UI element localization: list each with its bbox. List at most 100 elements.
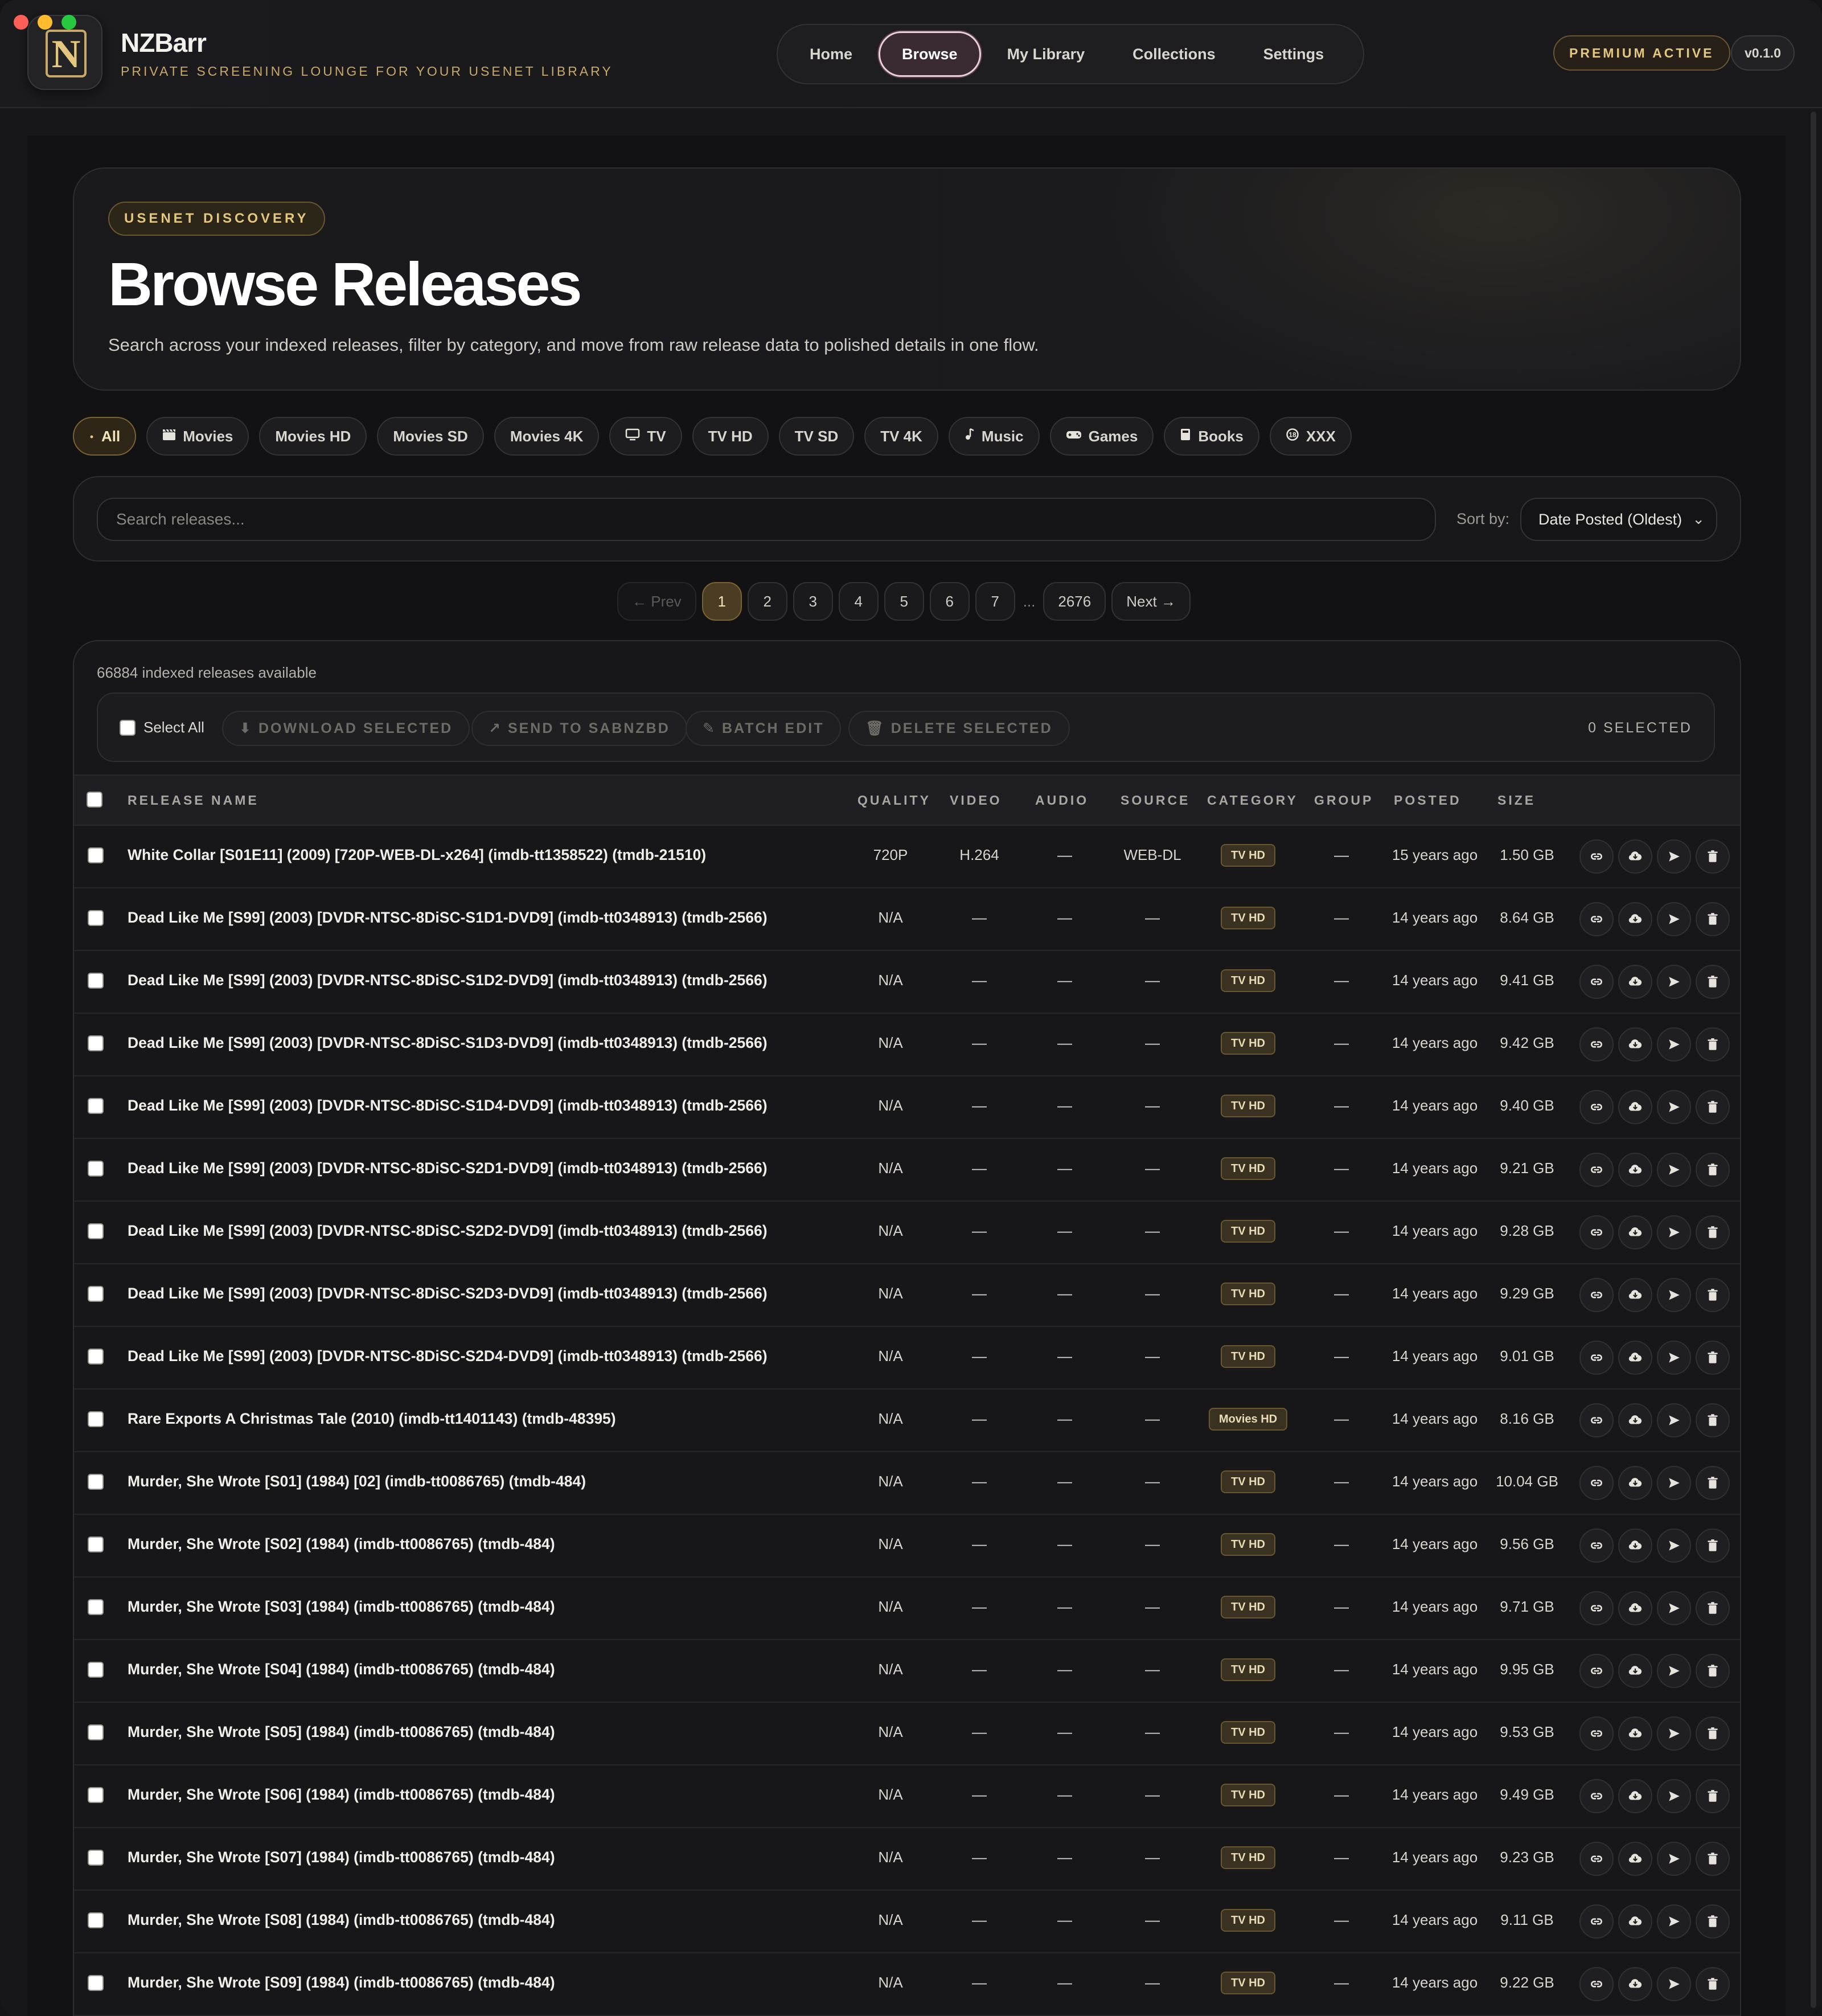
copy-link-button[interactable] [1579,1027,1614,1062]
batch-edit-button[interactable]: ✎ BATCH EDIT [686,711,842,746]
copy-link-button[interactable] [1579,1215,1614,1249]
row-select-checkbox[interactable] [88,1349,104,1365]
release-name[interactable]: Dead Like Me [S99] (2003) [DVDR-NTSC-8Di… [128,972,768,989]
category-all[interactable]: All [73,417,137,456]
delete-release-button[interactable] [1696,1403,1730,1437]
delete-selected-button[interactable]: 🗑 DELETE SELECTED [848,711,1070,746]
download-nzb-button[interactable] [1618,1027,1652,1062]
table-row[interactable]: Dead Like Me [S99] (2003) [DVDR-NTSC-8Di… [74,1014,1740,1076]
copy-link-button[interactable] [1579,1904,1614,1939]
copy-link-button[interactable] [1579,1403,1614,1437]
row-select-checkbox[interactable] [88,1975,104,1991]
category-movies[interactable]: Movies [146,417,249,456]
download-nzb-button[interactable] [1618,902,1652,936]
release-name[interactable]: Dead Like Me [S99] (2003) [DVDR-NTSC-8Di… [128,1097,768,1114]
next-page-button[interactable]: Next → [1111,582,1191,621]
download-nzb-button[interactable] [1618,1403,1652,1437]
category-games[interactable]: Games [1049,417,1154,456]
release-name[interactable]: Murder, She Wrote [S02] (1984) (imdb-tt0… [128,1535,555,1553]
nav-home[interactable]: Home [788,31,874,77]
copy-link-button[interactable] [1579,1529,1614,1563]
category-tv[interactable]: TV [609,417,682,456]
nav-collections[interactable]: Collections [1111,31,1237,77]
col-header-video[interactable]: VIDEO [950,793,1002,808]
row-select-checkbox[interactable] [88,1474,104,1490]
release-name[interactable]: Murder, She Wrote [S08] (1984) (imdb-tt0… [128,1911,555,1929]
send-to-downloader-button[interactable] [1657,1090,1691,1124]
row-select-checkbox[interactable] [88,1035,104,1051]
delete-release-button[interactable] [1696,965,1730,999]
send-to-sabnzbd-button[interactable]: ↗ SEND TO SABNZBD [471,711,687,746]
copy-link-button[interactable] [1579,1090,1614,1124]
send-to-downloader-button[interactable] [1657,902,1691,936]
select-all-checkbox[interactable] [120,719,136,736]
col-header-name[interactable]: RELEASE NAME [128,793,259,808]
download-nzb-button[interactable] [1618,1716,1652,1751]
download-nzb-button[interactable] [1618,1341,1652,1375]
release-name[interactable]: Dead Like Me [S99] (2003) [DVDR-NTSC-8Di… [128,1222,768,1240]
send-to-downloader-button[interactable] [1657,1967,1691,2001]
release-name[interactable]: Murder, She Wrote [S07] (1984) (imdb-tt0… [128,1849,555,1866]
table-row[interactable]: Murder, She Wrote [S03] (1984) (imdb-tt0… [74,1577,1740,1640]
nav-settings[interactable]: Settings [1242,31,1346,77]
send-to-downloader-button[interactable] [1657,1215,1691,1249]
download-nzb-button[interactable] [1618,1967,1652,2001]
category-tv-hd[interactable]: TV HD [692,417,769,456]
delete-release-button[interactable] [1696,1027,1730,1062]
release-name[interactable]: Murder, She Wrote [S01] (1984) [02] (imd… [128,1473,586,1490]
release-name[interactable]: Murder, She Wrote [S03] (1984) (imdb-tt0… [128,1598,555,1616]
delete-release-button[interactable] [1696,1529,1730,1563]
copy-link-button[interactable] [1579,1466,1614,1500]
row-select-checkbox[interactable] [88,1599,104,1615]
release-name[interactable]: Dead Like Me [S99] (2003) [DVDR-NTSC-8Di… [128,1347,768,1365]
download-nzb-button[interactable] [1618,1529,1652,1563]
table-row[interactable]: Murder, She Wrote [S04] (1984) (imdb-tt0… [74,1640,1740,1703]
send-to-downloader-button[interactable] [1657,1779,1691,1813]
download-nzb-button[interactable] [1618,1779,1652,1813]
copy-link-button[interactable] [1579,965,1614,999]
table-row[interactable]: Murder, She Wrote [S06] (1984) (imdb-tt0… [74,1765,1740,1828]
category-books[interactable]: Books [1164,417,1259,456]
release-name[interactable]: Dead Like Me [S99] (2003) [DVDR-NTSC-8Di… [128,909,768,927]
release-name[interactable]: Murder, She Wrote [S04] (1984) (imdb-tt0… [128,1661,555,1678]
download-nzb-button[interactable] [1618,1153,1652,1187]
sort-select[interactable]: Date Posted (Oldest) ⌄ [1520,498,1717,541]
send-to-downloader-button[interactable] [1657,1904,1691,1939]
send-to-downloader-button[interactable] [1657,965,1691,999]
category-tv-sd[interactable]: TV SD [778,417,855,456]
delete-release-button[interactable] [1696,1153,1730,1187]
maximize-window-button[interactable] [61,15,76,30]
minimize-window-button[interactable] [38,15,52,30]
page-button-5[interactable]: 5 [884,582,924,621]
release-name[interactable]: Rare Exports A Christmas Tale (2010) (im… [128,1410,616,1428]
row-select-checkbox[interactable] [88,1411,104,1427]
select-all-control[interactable]: Select All [120,719,204,736]
row-select-checkbox[interactable] [88,1098,104,1114]
delete-release-button[interactable] [1696,1967,1730,2001]
send-to-downloader-button[interactable] [1657,1716,1691,1751]
download-nzb-button[interactable] [1618,1591,1652,1625]
search-input[interactable] [97,498,1436,541]
nav-browse[interactable]: Browse [879,31,981,77]
table-row[interactable]: Dead Like Me [S99] (2003) [DVDR-NTSC-8Di… [74,951,1740,1014]
row-select-checkbox[interactable] [88,1286,104,1302]
row-select-checkbox[interactable] [88,1161,104,1177]
page-button-3[interactable]: 3 [793,582,833,621]
copy-link-button[interactable] [1579,902,1614,936]
row-select-checkbox[interactable] [88,1662,104,1678]
table-row[interactable]: Dead Like Me [S99] (2003) [DVDR-NTSC-8Di… [74,1139,1740,1202]
copy-link-button[interactable] [1579,1341,1614,1375]
category-movies-hd[interactable]: Movies HD [259,417,367,456]
row-select-checkbox[interactable] [88,1536,104,1552]
send-to-downloader-button[interactable] [1657,1842,1691,1876]
send-to-downloader-button[interactable] [1657,1027,1691,1062]
row-select-checkbox[interactable] [88,1912,104,1928]
download-selected-button[interactable]: ⬇ DOWNLOAD SELECTED [222,711,470,746]
delete-release-button[interactable] [1696,1090,1730,1124]
row-select-checkbox[interactable] [88,847,104,863]
table-row[interactable]: Murder, She Wrote [S02] (1984) (imdb-tt0… [74,1515,1740,1577]
col-header-category[interactable]: CATEGORY [1207,793,1298,808]
delete-release-button[interactable] [1696,1842,1730,1876]
delete-release-button[interactable] [1696,1215,1730,1249]
row-select-checkbox[interactable] [88,910,104,926]
